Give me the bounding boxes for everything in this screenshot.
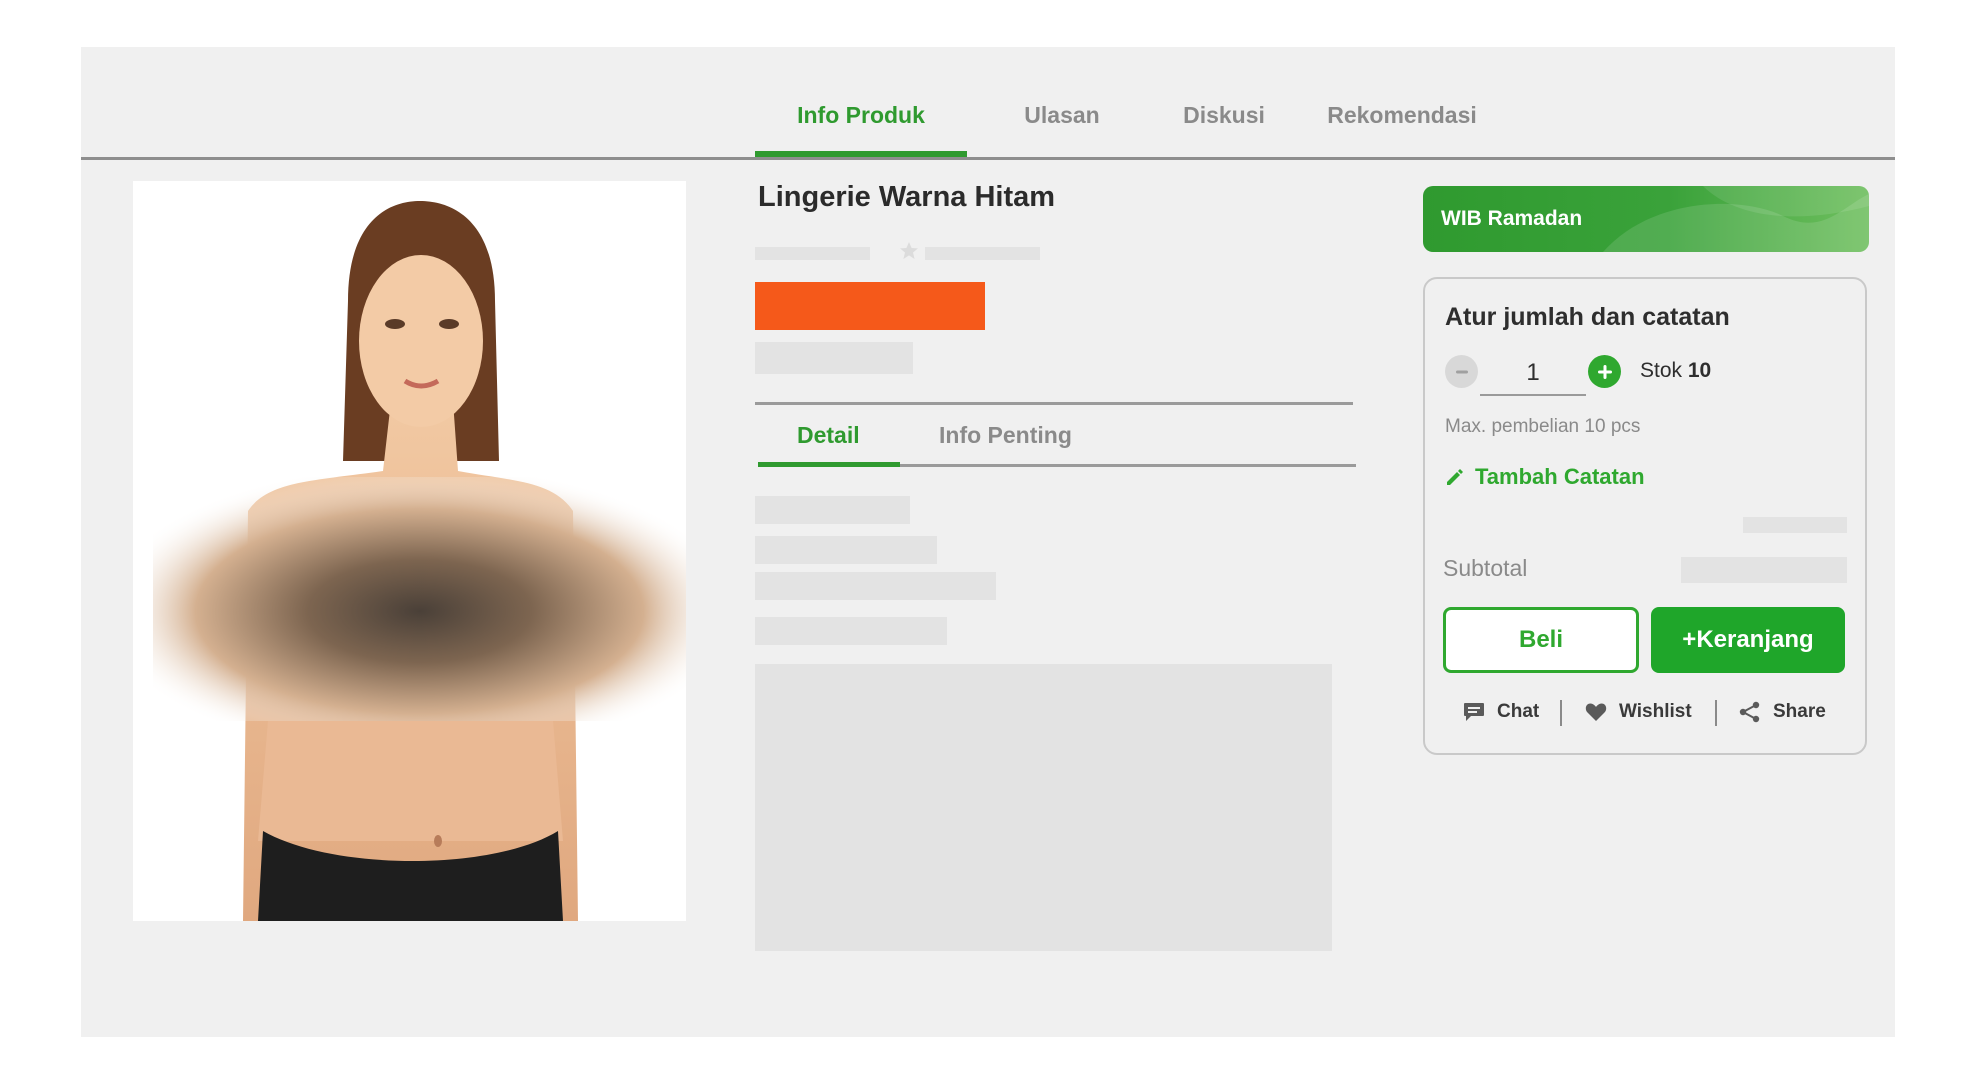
add-note-label: Tambah Catatan: [1475, 464, 1645, 489]
price-summary-placeholder: [1743, 517, 1847, 533]
quantity-input[interactable]: 1: [1480, 355, 1586, 396]
pencil-icon: [1447, 469, 1463, 485]
minus-icon: [1455, 370, 1468, 373]
increase-quantity-button[interactable]: [1588, 355, 1621, 388]
decrease-quantity-button[interactable]: [1445, 355, 1478, 388]
product-photo[interactable]: [133, 181, 686, 921]
purchase-card-title: Atur jumlah dan catatan: [1445, 303, 1730, 331]
add-to-cart-button[interactable]: +Keranjang: [1651, 607, 1845, 673]
active-subtab-indicator: [758, 462, 900, 467]
plus-icon: [1597, 364, 1612, 379]
promo-label: WIB Ramadan: [1441, 207, 1583, 230]
chat-label: Chat: [1497, 701, 1540, 722]
tab-rekomendasi[interactable]: Rekomendasi: [1307, 102, 1497, 129]
add-note-link[interactable]: Tambah Catatan: [1445, 464, 1645, 490]
stock-label: Stok: [1640, 359, 1683, 382]
action-separator: [1715, 700, 1717, 726]
purchase-card: Atur jumlah dan catatan 1 Stok 10 Max. p…: [1423, 277, 1867, 755]
detail-line-placeholder: [755, 536, 937, 564]
chat-button[interactable]: Chat: [1463, 695, 1539, 729]
subtab-detail[interactable]: Detail: [797, 422, 860, 449]
heart-icon: [1585, 703, 1607, 721]
active-tab-indicator: [755, 151, 967, 157]
action-separator: [1560, 700, 1562, 726]
sold-count-placeholder: [925, 247, 1040, 260]
product-title: Lingerie Warna Hitam: [758, 181, 1056, 213]
rating-placeholder: [755, 247, 870, 260]
buy-button[interactable]: Beli: [1443, 607, 1639, 673]
share-icon: [1739, 701, 1760, 723]
share-label: Share: [1773, 701, 1826, 722]
top-tab-bar: Info Produk Ulasan Diskusi Rekomendasi: [81, 47, 1895, 160]
wishlist-button[interactable]: Wishlist: [1585, 695, 1692, 729]
stock-info: Stok 10: [1640, 359, 1711, 383]
tab-ulasan[interactable]: Ulasan: [997, 102, 1127, 129]
subtotal-label: Subtotal: [1443, 555, 1528, 581]
tab-diskusi[interactable]: Diskusi: [1159, 102, 1289, 129]
product-photo-illustration: [133, 181, 686, 921]
section-divider: [755, 402, 1353, 405]
promo-banner[interactable]: WIB Ramadan: [1423, 186, 1869, 252]
discount-placeholder: [755, 342, 913, 374]
star-icon: [900, 242, 918, 259]
wishlist-label: Wishlist: [1619, 701, 1692, 722]
price-placeholder: [755, 282, 985, 330]
tab-info-produk[interactable]: Info Produk: [755, 102, 967, 129]
stock-value: 10: [1687, 359, 1712, 382]
detail-line-placeholder: [755, 496, 910, 524]
secondary-actions: Chat Wishlist Share: [1425, 695, 1865, 729]
share-button[interactable]: Share: [1739, 695, 1826, 729]
description-placeholder: [755, 664, 1332, 951]
max-purchase-note: Max. pembelian 10 pcs: [1445, 416, 1641, 437]
subtotal-value-placeholder: [1681, 557, 1847, 583]
detail-line-placeholder: [755, 572, 996, 600]
detail-line-placeholder: [755, 617, 947, 645]
product-page: Info Produk Ulasan Diskusi Rekomendasi L…: [81, 47, 1895, 1037]
subtab-info-penting[interactable]: Info Penting: [939, 422, 1072, 449]
chat-icon: [1464, 703, 1484, 721]
